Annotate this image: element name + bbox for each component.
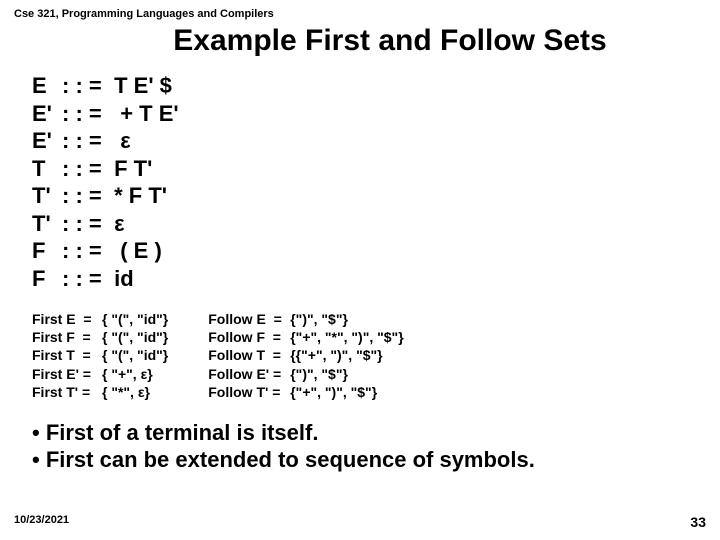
grammar-rhs: ε xyxy=(108,210,125,238)
footer-date: 10/23/2021 xyxy=(14,514,69,530)
grammar-rule: F : : = id xyxy=(32,265,706,293)
follow-set-value: {")", "$"} xyxy=(290,310,348,328)
first-set-label: First T' = xyxy=(32,383,102,401)
grammar-rule: T : : = F T' xyxy=(32,155,706,183)
first-set-row: First F = { "(", "id"} xyxy=(32,328,168,346)
follow-set-value: {{"+", ")", "$"} xyxy=(290,346,382,364)
grammar-lhs: E' xyxy=(32,127,62,155)
first-set-label: First F = xyxy=(32,328,102,346)
follow-set-value: {")", "$"} xyxy=(290,365,348,383)
grammar-rule: E : : = T E' $ xyxy=(32,72,706,100)
follow-set-row: Follow T' = {"+", ")", "$"} xyxy=(208,383,403,401)
follow-set-row: Follow E' = {")", "$"} xyxy=(208,365,403,383)
grammar-op: : : = xyxy=(62,237,108,265)
follow-set-value: {"+", ")", "$"} xyxy=(290,383,377,401)
grammar-op: : : = xyxy=(62,155,108,183)
grammar-lhs: E' xyxy=(32,100,62,128)
follow-sets-column: Follow E = {")", "$"} Follow F = {"+", "… xyxy=(208,310,403,401)
grammar-lhs: E xyxy=(32,72,62,100)
follow-set-value: {"+", "*", ")", "$"} xyxy=(290,328,403,346)
grammar-rule: E' : : = ε xyxy=(32,127,706,155)
grammar-lhs: F xyxy=(32,237,62,265)
grammar-block: E : : = T E' $ E' : : = + T E' E' : : = … xyxy=(32,72,706,292)
first-set-value: { "(", "id"} xyxy=(102,346,168,364)
follow-set-label: Follow E' = xyxy=(208,365,290,383)
follow-set-label: Follow F = xyxy=(208,328,290,346)
first-set-label: First T = xyxy=(32,346,102,364)
grammar-rhs: ( E ) xyxy=(108,237,162,265)
follow-set-label: Follow T' = xyxy=(208,383,290,401)
first-set-row: First T' = { "*", ε} xyxy=(32,383,168,401)
grammar-op: : : = xyxy=(62,182,108,210)
first-set-row: First T = { "(", "id"} xyxy=(32,346,168,364)
grammar-op: : : = xyxy=(62,127,108,155)
page-title: Example First and Follow Sets xyxy=(74,24,706,58)
grammar-rhs: id xyxy=(108,265,134,293)
bullet-item: • First of a terminal is itself. xyxy=(32,419,706,447)
grammar-lhs: T' xyxy=(32,182,62,210)
bullet-item: • First can be extended to sequence of s… xyxy=(32,446,706,474)
grammar-lhs: T' xyxy=(32,210,62,238)
first-set-value: { "+", ε} xyxy=(102,365,153,383)
first-set-value: { "*", ε} xyxy=(102,383,150,401)
first-set-row: First E = { "(", "id"} xyxy=(32,310,168,328)
grammar-op: : : = xyxy=(62,100,108,128)
first-set-value: { "(", "id"} xyxy=(102,310,168,328)
follow-set-row: Follow F = {"+", "*", ")", "$"} xyxy=(208,328,403,346)
follow-set-row: Follow T = {{"+", ")", "$"} xyxy=(208,346,403,364)
grammar-rule: E' : : = + T E' xyxy=(32,100,706,128)
first-set-label: First E' = xyxy=(32,365,102,383)
footer-page-number: 33 xyxy=(690,514,706,530)
bullet-list: • First of a terminal is itself. • First… xyxy=(32,419,706,474)
grammar-rule: T' : : = ε xyxy=(32,210,706,238)
grammar-rhs: T E' $ xyxy=(108,72,172,100)
first-set-row: First E' = { "+", ε} xyxy=(32,365,168,383)
grammar-op: : : = xyxy=(62,210,108,238)
follow-set-row: Follow E = {")", "$"} xyxy=(208,310,403,328)
follow-set-label: Follow E = xyxy=(208,310,290,328)
first-sets-column: First E = { "(", "id"} First F = { "(", … xyxy=(32,310,168,401)
course-label: Cse 321, Programming Languages and Compi… xyxy=(14,8,706,20)
grammar-rhs: ε xyxy=(108,127,131,155)
follow-set-label: Follow T = xyxy=(208,346,290,364)
grammar-rhs: * F T' xyxy=(108,182,167,210)
slide-footer: 10/23/2021 33 xyxy=(14,514,706,530)
first-set-label: First E = xyxy=(32,310,102,328)
first-set-value: { "(", "id"} xyxy=(102,328,168,346)
grammar-lhs: F xyxy=(32,265,62,293)
grammar-rule: F : : = ( E ) xyxy=(32,237,706,265)
grammar-rhs: + T E' xyxy=(108,100,179,128)
grammar-rule: T' : : = * F T' xyxy=(32,182,706,210)
sets-block: First E = { "(", "id"} First F = { "(", … xyxy=(32,310,706,401)
grammar-op: : : = xyxy=(62,72,108,100)
grammar-rhs: F T' xyxy=(108,155,152,183)
grammar-op: : : = xyxy=(62,265,108,293)
grammar-lhs: T xyxy=(32,155,62,183)
